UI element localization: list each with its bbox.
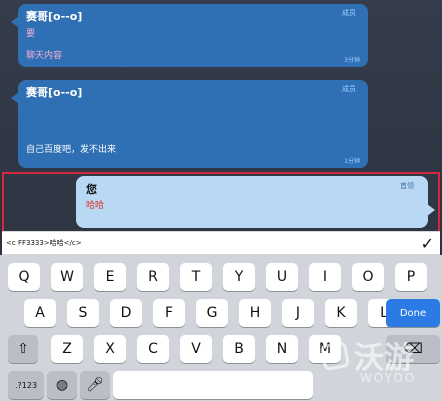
message-bubble: 赛哥[o--o] 成员 要 聊天内容 3分钟	[11, 4, 368, 67]
key-t[interactable]: T	[180, 263, 212, 291]
key-a[interactable]: A	[24, 299, 56, 327]
key-s[interactable]: S	[67, 299, 99, 327]
message-role: 成员	[342, 85, 356, 93]
woyoo-logo-icon	[319, 340, 351, 372]
my-message-text: 哈哈	[86, 201, 105, 211]
message-bubble: 赛哥[o--o] 成员 自己百度吧，发不出来 1分钟	[11, 80, 368, 168]
done-button[interactable]: Done	[386, 299, 440, 327]
message-nickname: 赛哥[o--o]	[26, 10, 83, 23]
key-d[interactable]: D	[110, 299, 142, 327]
message-meta: 1分钟	[344, 158, 360, 165]
key-n[interactable]: N	[266, 335, 298, 363]
key-h[interactable]: H	[239, 299, 271, 327]
key-x[interactable]: X	[94, 335, 126, 363]
key-z[interactable]: Z	[51, 335, 83, 363]
watermark-brand-en: WOYOO	[360, 371, 417, 385]
key-c[interactable]: C	[137, 335, 169, 363]
globe-icon[interactable]: ◍	[47, 371, 77, 399]
checkmark-icon[interactable]: ✓	[421, 234, 434, 253]
key-g[interactable]: G	[196, 299, 228, 327]
key-p[interactable]: P	[395, 263, 427, 291]
key-b[interactable]: B	[223, 335, 255, 363]
screen: 赛哥[o--o] 成员 要 聊天内容 3分钟 赛哥[o--o] 成员 自己百度吧…	[0, 0, 442, 401]
key-j[interactable]: J	[282, 299, 314, 327]
message-line: 要	[26, 29, 36, 39]
mic-icon[interactable]: 🎤︎	[80, 371, 110, 399]
key-r[interactable]: R	[137, 263, 169, 291]
shift-key[interactable]: ⇧	[8, 335, 38, 363]
message-input-bar[interactable]: <c FF3333>哈哈</c> ✓	[2, 231, 440, 255]
key-v[interactable]: V	[180, 335, 212, 363]
message-role: 成员	[342, 9, 356, 17]
message-input[interactable]: <c FF3333>哈哈</c>	[6, 238, 82, 248]
key-q[interactable]: Q	[8, 263, 40, 291]
key-f[interactable]: F	[153, 299, 185, 327]
key-o[interactable]: O	[352, 263, 384, 291]
my-role: 首领	[400, 182, 414, 190]
key-w[interactable]: W	[51, 263, 83, 291]
numbers-key[interactable]: .?123	[8, 371, 44, 399]
my-message-bubble: 您 首领 哈哈	[76, 176, 435, 228]
key-k[interactable]: K	[325, 299, 357, 327]
key-u[interactable]: U	[266, 263, 298, 291]
message-line: 自己百度吧，发不出来	[26, 145, 117, 155]
message-line: 聊天内容	[26, 51, 63, 61]
key-y[interactable]: Y	[223, 263, 255, 291]
message-nickname: 赛哥[o--o]	[26, 86, 83, 99]
my-nickname: 您	[86, 183, 97, 196]
chat-area: 赛哥[o--o] 成员 要 聊天内容 3分钟 赛哥[o--o] 成员 自己百度吧…	[0, 0, 442, 172]
key-e[interactable]: E	[94, 263, 126, 291]
message-meta: 3分钟	[344, 57, 360, 64]
space-key[interactable]	[113, 371, 313, 399]
key-i[interactable]: I	[309, 263, 341, 291]
watermark: 沃游 WOYOO	[319, 333, 434, 393]
